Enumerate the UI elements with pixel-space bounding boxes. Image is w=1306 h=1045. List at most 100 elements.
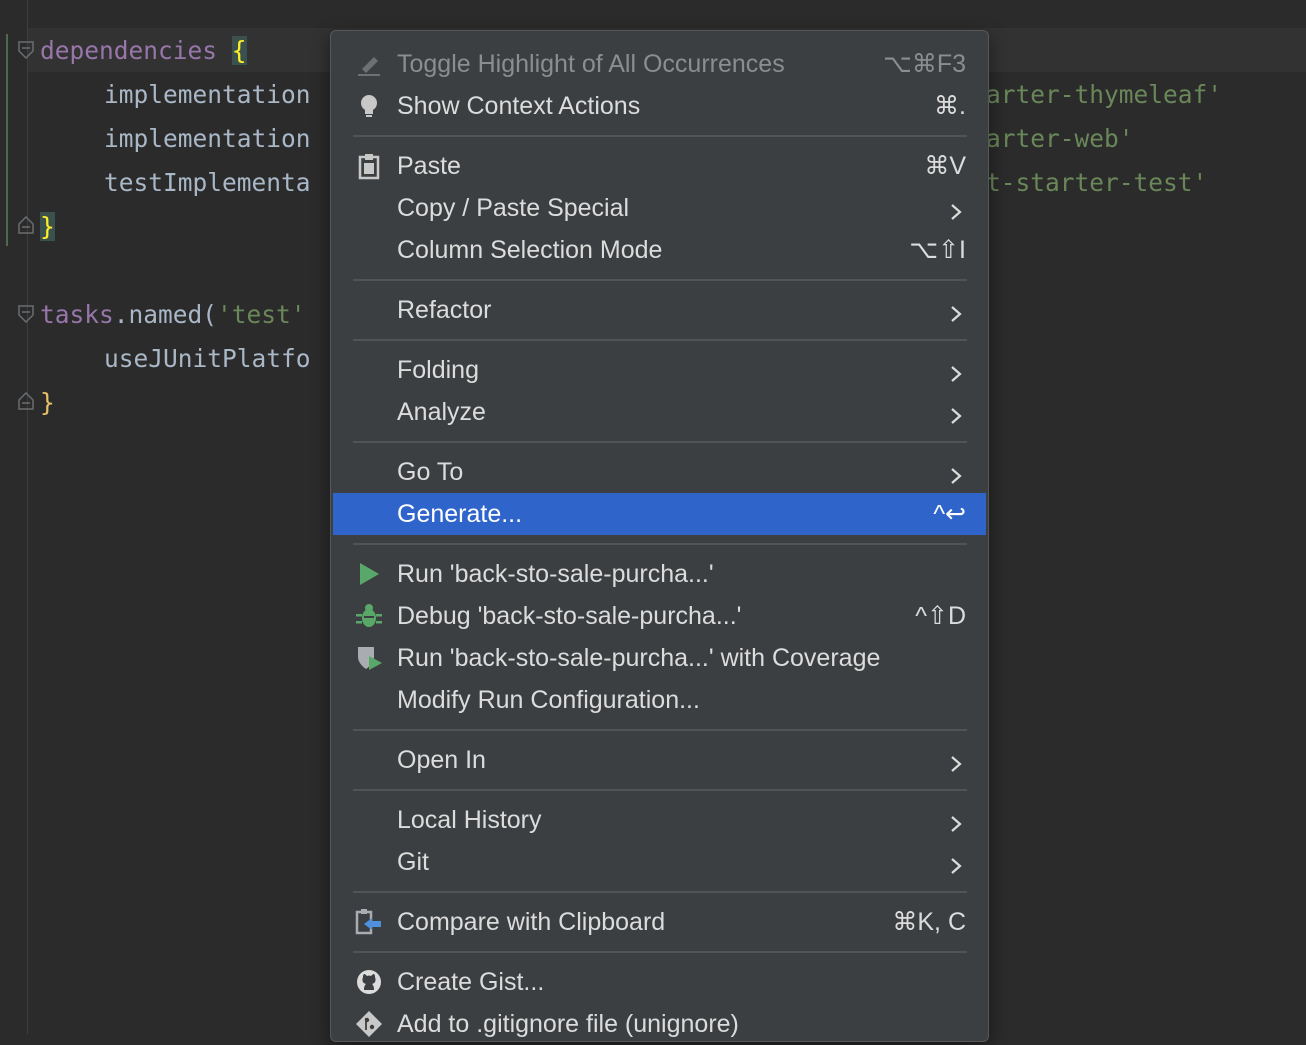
chevron-right-icon (948, 853, 964, 874)
debug-icon (355, 602, 383, 630)
code-line: } (40, 386, 55, 420)
menu-separator (353, 789, 967, 791)
code-string-fragment: t-starter-test' (986, 168, 1208, 197)
code-token: 'test' (217, 300, 306, 329)
menu-item-run-back-sto-sale-purcha-with-coverage[interactable]: Run 'back-sto-sale-purcha...' with Cover… (333, 637, 986, 679)
menu-item-paste[interactable]: Paste ⌘V (333, 145, 986, 187)
compare-icon (355, 908, 383, 936)
code-string-fragment: arter-thymeleaf' (986, 80, 1223, 109)
editor-context-menu[interactable]: Toggle Highlight of All Occurrences ⌥⌘F3 S… (330, 30, 989, 1042)
code-line: tasks.named('test' (40, 298, 306, 332)
fold-close-icon[interactable] (18, 392, 34, 410)
chevron-right-icon (948, 301, 964, 322)
code-token: tasks (40, 300, 114, 329)
menu-item-debug-back-sto-sale-purcha[interactable]: Debug 'back-sto-sale-purcha...' ^⇧D (333, 595, 986, 637)
menu-item-show-context-actions[interactable]: Show Context Actions ⌘. (333, 85, 986, 127)
code-token: implementation (104, 124, 311, 153)
menu-item-modify-run-configuration[interactable]: Modify Run Configuration... (333, 679, 986, 721)
menu-item-label: Column Selection Mode (397, 236, 663, 264)
github-icon (355, 968, 383, 996)
menu-separator (353, 729, 967, 731)
chevron-right-icon (948, 811, 964, 832)
menu-item-shortcut: ⌘V (924, 152, 966, 180)
menu-item-label: Compare with Clipboard (397, 908, 666, 936)
menu-separator (353, 543, 967, 545)
menu-item-label: Paste (397, 152, 461, 180)
code-token: dependencies (40, 36, 218, 65)
menu-item-shortcut: ^↩ (933, 500, 966, 528)
coverage-icon (355, 644, 383, 672)
menu-item-create-gist[interactable]: Create Gist... (333, 961, 986, 1003)
menu-item-label: Show Context Actions (397, 92, 641, 120)
menu-item-label: Run 'back-sto-sale-purcha...' (397, 560, 714, 588)
chevron-right-icon (948, 361, 964, 382)
code-token: useJUnitPlatfo (104, 344, 311, 373)
chevron-right-icon (948, 751, 964, 772)
vcs-change-marker[interactable] (6, 34, 8, 246)
code-line: } (40, 210, 55, 244)
code-token: { (231, 36, 247, 65)
code-token: testImplementa (104, 168, 311, 197)
chevron-right-icon (948, 199, 964, 220)
menu-item-label: Folding (397, 356, 479, 384)
menu-item-shortcut: ⌘K, C (892, 908, 966, 936)
menu-item-label: Debug 'back-sto-sale-purcha...' (397, 602, 742, 630)
menu-item-open-in[interactable]: Open In (333, 739, 986, 781)
menu-item-label: Toggle Highlight of All Occurrences (397, 50, 785, 78)
menu-item-add-to-gitignore-file-unignore[interactable]: Add to .gitignore file (unignore) (333, 1003, 986, 1045)
menu-item-local-history[interactable]: Local History (333, 799, 986, 841)
menu-item-label: Run 'back-sto-sale-purcha...' with Cover… (397, 644, 881, 672)
menu-item-compare-with-clipboard[interactable]: Compare with Clipboard ⌘K, C (333, 901, 986, 943)
menu-separator (353, 441, 967, 443)
menu-item-label: Open In (397, 746, 486, 774)
menu-item-column-selection-mode[interactable]: Column Selection Mode ⌥⇧I (333, 229, 986, 271)
menu-separator (353, 279, 967, 281)
menu-item-label: Git (397, 848, 429, 876)
menu-item-generate[interactable]: Generate... ^↩ (333, 493, 986, 535)
menu-item-label: Modify Run Configuration... (397, 686, 700, 714)
menu-item-label: Create Gist... (397, 968, 545, 996)
menu-item-git[interactable]: Git (333, 841, 986, 883)
menu-item-go-to[interactable]: Go To (333, 451, 986, 493)
menu-separator (353, 891, 967, 893)
fold-open-icon[interactable] (18, 41, 34, 59)
code-token: } (40, 388, 55, 417)
code-token: } (40, 212, 55, 241)
menu-item-label: Add to .gitignore file (unignore) (397, 1010, 739, 1038)
code-token: .named( (113, 300, 218, 329)
run-icon (355, 560, 383, 588)
fold-open-icon[interactable] (18, 305, 34, 323)
code-token: implementation (104, 80, 311, 109)
menu-separator (353, 339, 967, 341)
menu-item-run-back-sto-sale-purcha[interactable]: Run 'back-sto-sale-purcha...' (333, 553, 986, 595)
menu-item-copy-paste-special[interactable]: Copy / Paste Special (333, 187, 986, 229)
menu-item-label: Refactor (397, 296, 492, 324)
menu-item-refactor[interactable]: Refactor (333, 289, 986, 331)
menu-item-label: Go To (397, 458, 464, 486)
code-line: implementation (104, 78, 311, 112)
menu-item-shortcut: ⌘. (934, 92, 966, 120)
chevron-right-icon (948, 403, 964, 424)
menu-item-toggle-highlight-of-all-occurrences[interactable]: Toggle Highlight of All Occurrences ⌥⌘F3 (333, 43, 986, 85)
highlight-icon (355, 50, 383, 78)
menu-separator (353, 135, 967, 137)
menu-item-label: Copy / Paste Special (397, 194, 630, 222)
gutter-divider (27, 0, 28, 1034)
bulb-icon (355, 92, 383, 120)
menu-item-label: Generate... (397, 500, 523, 528)
fold-close-icon[interactable] (18, 216, 34, 234)
chevron-right-icon (948, 463, 964, 484)
menu-item-shortcut: ⌥⌘F3 (883, 50, 966, 78)
clipboard-icon (355, 152, 383, 180)
menu-item-shortcut: ^⇧D (915, 602, 966, 630)
code-line: dependencies { (40, 34, 247, 68)
menu-item-folding[interactable]: Folding (333, 349, 986, 391)
code-line: implementation (104, 122, 311, 156)
menu-item-label: Analyze (397, 398, 486, 426)
menu-item-analyze[interactable]: Analyze (333, 391, 986, 433)
code-line: useJUnitPlatfo (104, 342, 311, 376)
menu-item-label: Local History (397, 806, 542, 834)
menu-item-shortcut: ⌥⇧I (909, 236, 966, 264)
code-line: testImplementa (104, 166, 311, 200)
